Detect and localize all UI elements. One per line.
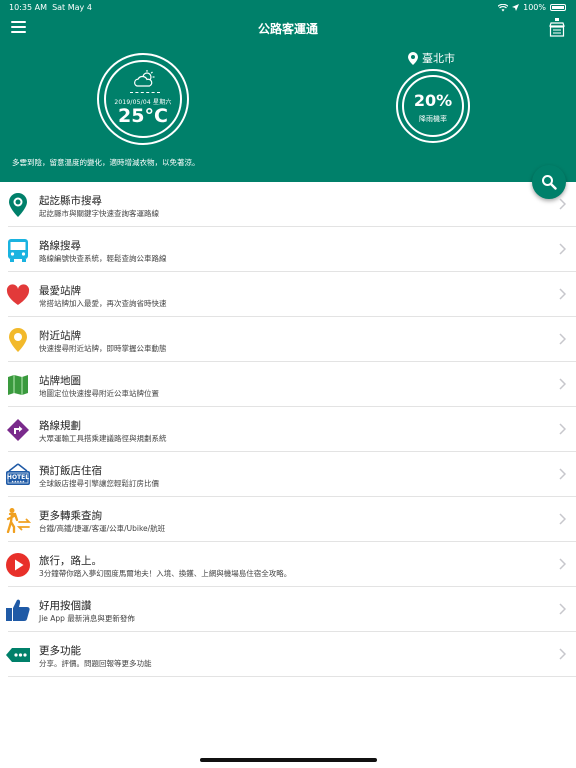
chevron-right-icon	[559, 558, 566, 570]
weather-divider	[130, 92, 160, 93]
weather-widget: 2019/05/04 星期六 25°C	[97, 53, 189, 145]
chevron-right-icon	[559, 378, 566, 390]
header-panel: 10:35 AM Sat May 4 100% 公路客運通 2019/05/04…	[0, 0, 576, 182]
list-item-travel-video[interactable]: 旅行，路上。 3分鐘帶你踏入夢幻國度馬爾地夫！入境、換鑊、上網與機場島住宿全攻略…	[0, 542, 576, 587]
home-indicator[interactable]	[200, 758, 377, 762]
bus-station-icon[interactable]	[549, 18, 565, 38]
chevron-right-icon	[559, 198, 566, 210]
battery-icon	[550, 4, 566, 11]
list-item-subtitle: 常搭站牌加入最愛，再次查詢省時快速	[39, 299, 167, 308]
weather-temperature: 25°C	[118, 105, 168, 127]
list-item-title: 起訖縣市搜尋	[39, 195, 102, 207]
chevron-right-icon	[559, 288, 566, 300]
map-pin-icon	[9, 193, 27, 217]
list-item-favorite-stops[interactable]: 最愛站牌 常搭站牌加入最愛，再次查詢省時快速	[0, 272, 576, 317]
chevron-right-icon	[559, 468, 566, 480]
feature-list: 起訖縣市搜尋 起訖縣市與關鍵字快速查詢客運路線 路線搜尋 路線編號快查系統，輕鬆…	[0, 182, 576, 677]
play-icon	[6, 553, 30, 577]
list-item-like-app[interactable]: 好用按個讚 Jie App 最新消息與更新發佈	[0, 587, 576, 632]
transfer-icon	[6, 508, 31, 533]
list-item-nearby-stops[interactable]: 附近站牌 快速搜尋附近站牌，即時掌握公車動態	[0, 317, 576, 362]
nav-bar: 公路客運通	[0, 16, 576, 40]
list-item-subtitle: 分享。評價。問題回報等更多功能	[39, 659, 152, 668]
list-item-title: 好用按個讚	[39, 600, 92, 612]
rain-probability: 20%	[413, 91, 453, 110]
weather-tip: 多雲到陰，留意溫度的變化，適時增減衣物，以免著涼。	[12, 158, 200, 167]
list-item-subtitle: Jie App 最新消息與更新發佈	[39, 614, 135, 623]
list-item-more-transfers[interactable]: 更多轉乘查詢 台鐵/高鐵/捷運/客運/公車/Ubike/航班	[0, 497, 576, 542]
list-item-subtitle: 大眾運輸工具搭乘建議路徑與規劃系統	[39, 434, 167, 443]
location-label[interactable]: 臺北市	[408, 50, 455, 66]
bus-icon	[8, 239, 28, 262]
list-item-title: 旅行，路上。	[39, 555, 102, 567]
status-right: 100%	[498, 3, 566, 12]
more-tag-icon	[6, 648, 30, 662]
svg-text:★★★★★: ★★★★★	[11, 480, 25, 484]
list-item-stop-map[interactable]: 站牌地圖 地圖定位快速搜尋附近公車站牌位置	[0, 362, 576, 407]
list-item-title: 路線搜尋	[39, 240, 81, 252]
rain-inner-ring: 20% 降雨機率	[402, 75, 464, 137]
heart-icon	[6, 284, 30, 305]
list-item-more-features[interactable]: 更多功能 分享。評價。問題回報等更多功能	[0, 632, 576, 677]
status-bar: 10:35 AM Sat May 4 100%	[0, 0, 576, 14]
route-sign-icon	[7, 419, 29, 441]
list-item-subtitle: 地圖定位快速搜尋附近公車站牌位置	[39, 389, 159, 398]
list-item-title: 更多轉乘查詢	[39, 510, 102, 522]
list-item-hotel-booking[interactable]: HOTEL ★★★★★ 預訂飯店住宿 全球飯店搜尋引擎讓您輕鬆訂房比價	[0, 452, 576, 497]
location-arrow-icon	[512, 4, 520, 11]
chevron-right-icon	[559, 603, 566, 615]
list-item-subtitle: 快速搜尋附近站牌，即時掌握公車動態	[39, 344, 167, 353]
list-item-route-planning[interactable]: 路線規劃 大眾運輸工具搭乘建議路徑與規劃系統	[0, 407, 576, 452]
chevron-right-icon	[559, 243, 566, 255]
thumbs-up-icon	[6, 599, 30, 621]
chevron-right-icon	[559, 513, 566, 525]
status-time: 10:35 AM Sat May 4	[9, 3, 92, 12]
list-item-title: 附近站牌	[39, 330, 81, 342]
chevron-right-icon	[559, 648, 566, 660]
list-item-subtitle: 路線編號快查系統，輕鬆查詢公車路線	[39, 254, 167, 263]
city-name: 臺北市	[422, 52, 455, 65]
list-item-title: 預訂飯店住宿	[39, 465, 102, 477]
weather-inner-ring: 2019/05/04 星期六 25°C	[104, 60, 182, 138]
battery-percent: 100%	[523, 3, 546, 12]
rain-label: 降雨機率	[419, 115, 447, 123]
hotel-icon: HOTEL ★★★★★	[6, 463, 30, 485]
list-item-subtitle: 台鐵/高鐵/捷運/客運/公車/Ubike/航班	[39, 524, 166, 533]
chevron-right-icon	[559, 333, 566, 345]
rain-widget: 20% 降雨機率	[396, 69, 470, 143]
list-item-subtitle: 3分鐘帶你踏入夢幻國度馬爾地夫！入境、換鑊、上網與機場島住宿全攻略。	[39, 569, 292, 578]
list-item-subtitle: 全球飯店搜尋引擎讓您輕鬆訂房比價	[39, 479, 159, 488]
list-item-title: 站牌地圖	[39, 375, 81, 387]
list-item-subtitle: 起訖縣市與關鍵字快速查詢客運路線	[39, 209, 159, 218]
wifi-icon	[498, 3, 509, 11]
partly-cloudy-icon	[134, 70, 155, 87]
map-icon	[8, 375, 28, 395]
nearby-pin-icon	[9, 328, 27, 352]
location-pin-icon	[408, 51, 418, 65]
list-item-title: 最愛站牌	[39, 285, 81, 297]
list-item-route-search-by-city[interactable]: 起訖縣市搜尋 起訖縣市與關鍵字快速查詢客運路線	[0, 182, 576, 227]
list-item-title: 更多功能	[39, 645, 81, 657]
chevron-right-icon	[559, 423, 566, 435]
list-item-title: 路線規劃	[39, 420, 81, 432]
page-title: 公路客運通	[257, 22, 318, 36]
list-item-route-search[interactable]: 路線搜尋 路線編號快查系統，輕鬆查詢公車路線	[0, 227, 576, 272]
